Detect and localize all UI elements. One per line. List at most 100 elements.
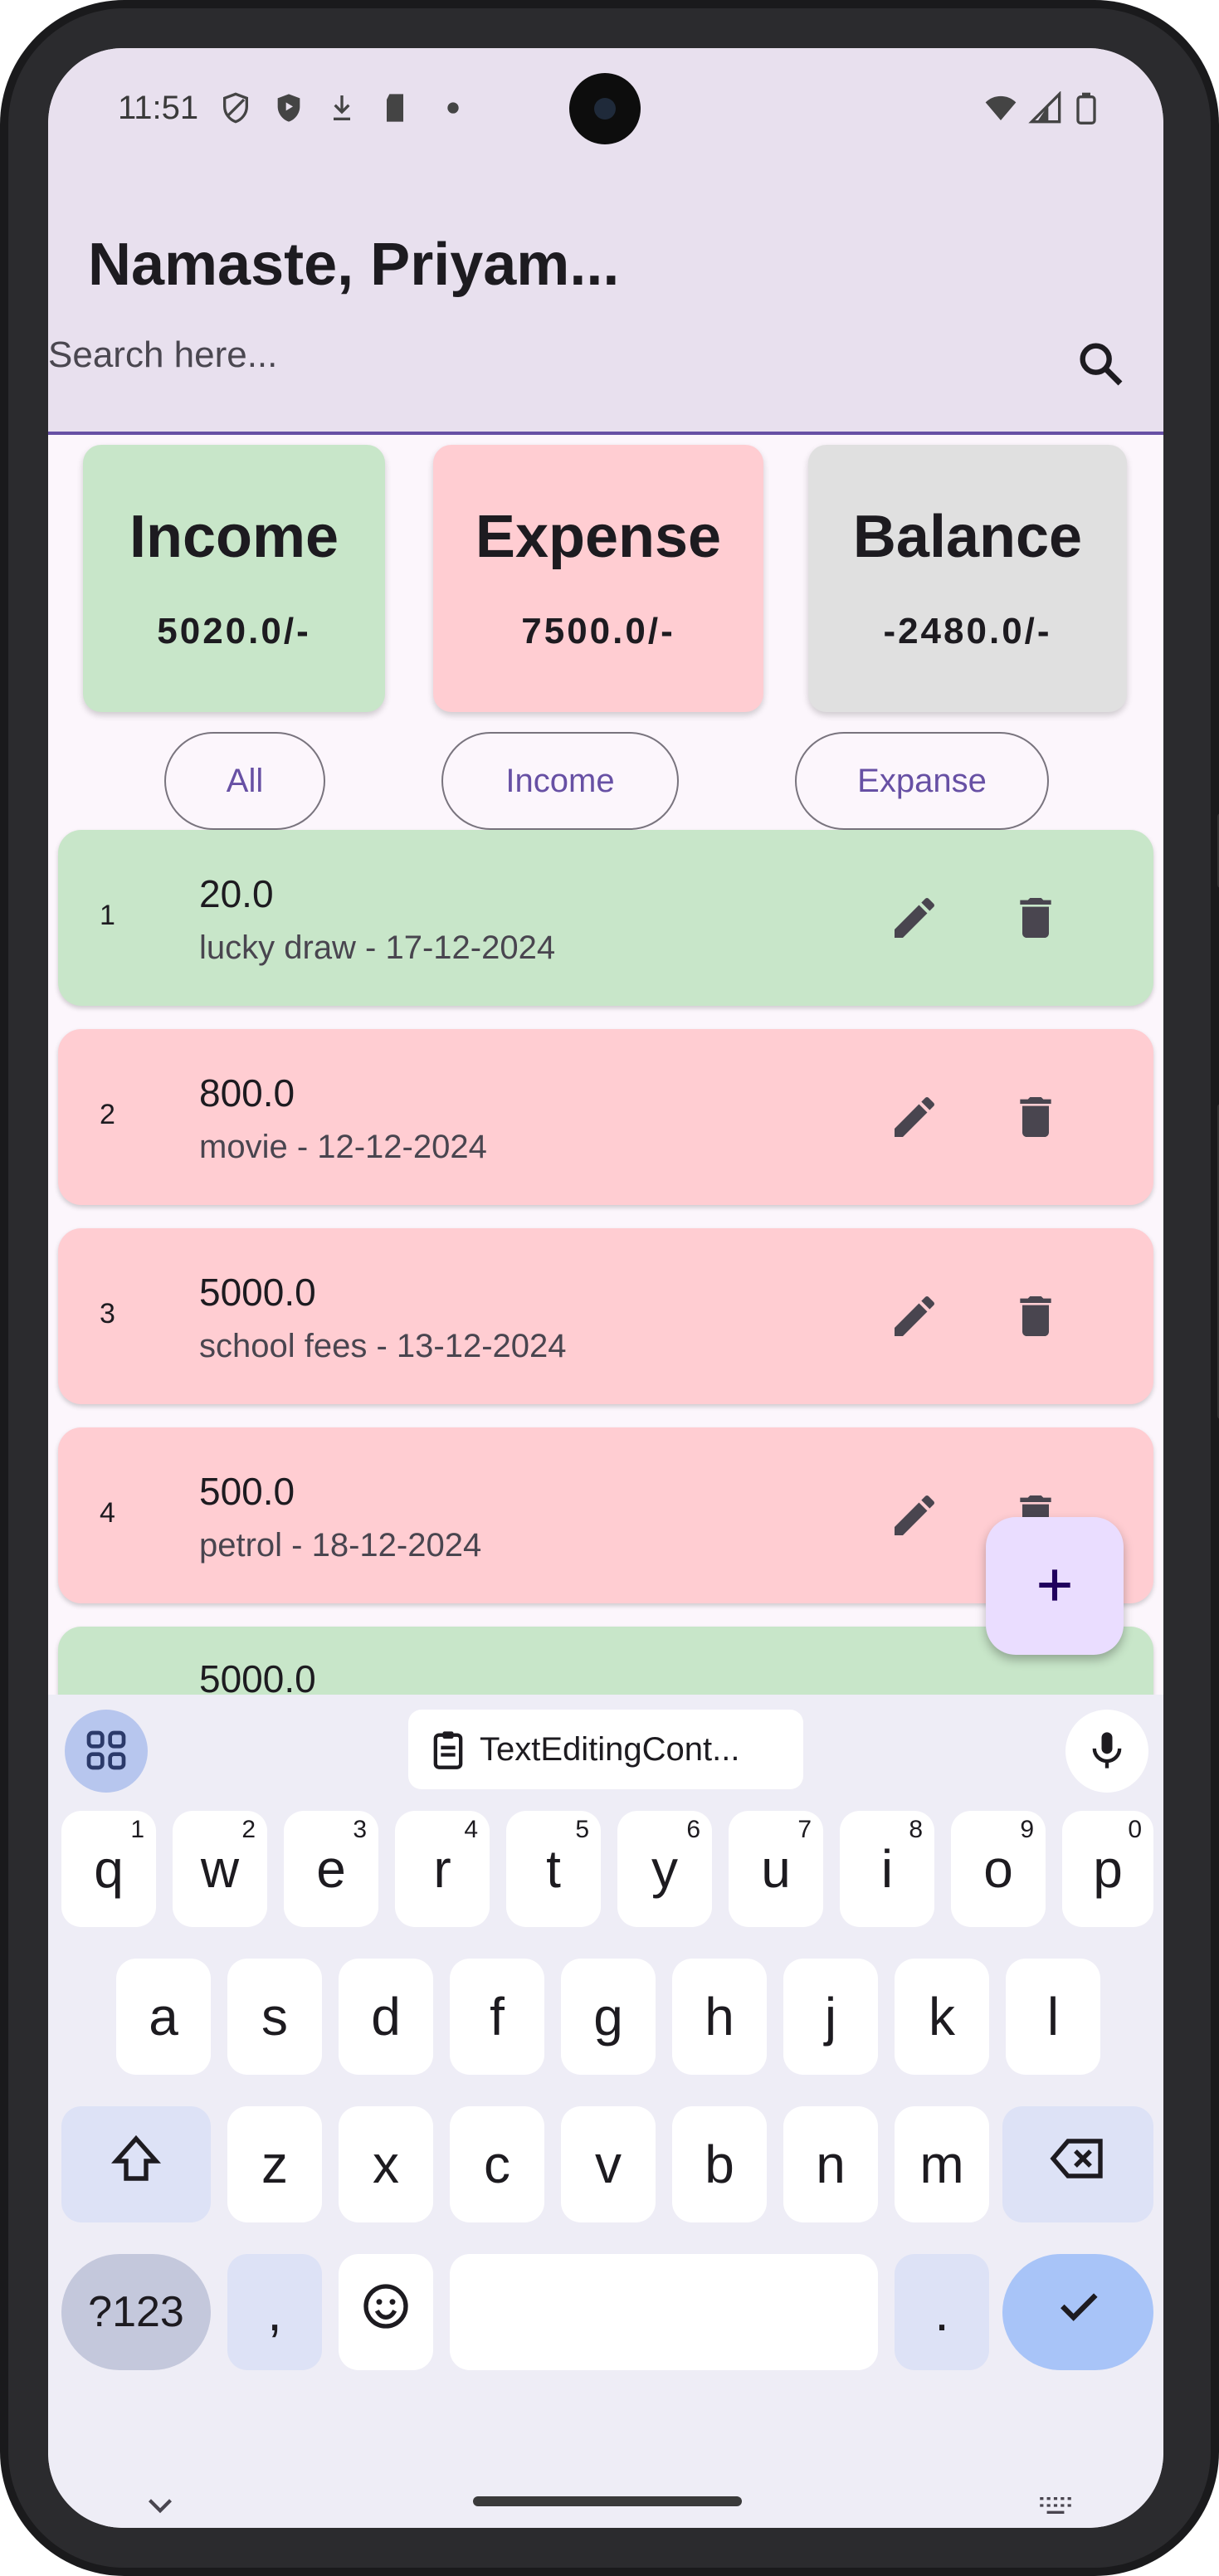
edit-icon[interactable] (888, 1489, 941, 1542)
emoji-key[interactable] (339, 2254, 433, 2370)
key-y[interactable]: y6 (617, 1811, 712, 1927)
home-gesture-bar[interactable] (473, 2496, 742, 2506)
keyboard: TextEditingCont... q1 w2 e3 r4 t5 y6 u7 … (48, 1695, 1163, 2528)
edit-icon[interactable] (888, 1290, 941, 1343)
shift-key[interactable] (61, 2106, 211, 2222)
check-icon (1061, 2292, 1098, 2321)
income-card: Income 5020.0/- (83, 445, 385, 712)
wifi-icon (985, 95, 1017, 120)
key-v[interactable]: v (561, 2106, 656, 2222)
symbols-key[interactable]: ?123 (61, 2254, 211, 2370)
expense-card-value: 7500.0/- (521, 611, 675, 651)
expense-card-title: Expense (475, 504, 722, 570)
key-m[interactable]: m (895, 2106, 989, 2222)
key-z[interactable]: z (227, 2106, 322, 2222)
balance-card-title: Balance (852, 504, 1083, 570)
clipboard-icon (433, 1731, 463, 1769)
balance-card-value: -2480.0/- (883, 611, 1052, 651)
page-title: Namaste, Priyam... (88, 232, 620, 298)
key-w[interactable]: w2 (173, 1811, 267, 1927)
key-h[interactable]: h (672, 1959, 767, 2075)
key-s[interactable]: s (227, 1959, 322, 2075)
row-detail: school fees - 13-12-2024 (199, 1328, 567, 1364)
backspace-key[interactable] (1002, 2106, 1153, 2222)
add-transaction-button[interactable] (986, 1517, 1124, 1655)
key-e[interactable]: e3 (284, 1811, 378, 1927)
row-amount: 800.0 (199, 1071, 295, 1115)
keyboard-switch-icon[interactable] (1032, 2485, 1079, 2526)
camera-cutout (569, 73, 641, 144)
key-a[interactable]: a (116, 1959, 211, 2075)
row-amount: 20.0 (199, 872, 274, 915)
row-index: 4 (100, 1497, 115, 1529)
transaction-row[interactable]: 3 5000.0 school fees - 13-12-2024 (58, 1228, 1153, 1404)
key-t[interactable]: t5 (506, 1811, 601, 1927)
clipboard-suggestion[interactable]: TextEditingCont... (408, 1710, 803, 1789)
space-key[interactable] (450, 2254, 878, 2370)
search-icon[interactable] (1074, 337, 1127, 390)
key-u[interactable]: u7 (729, 1811, 823, 1927)
delete-icon[interactable] (1009, 891, 1062, 944)
search-input[interactable] (48, 330, 1044, 380)
row-index: 3 (100, 1298, 115, 1329)
income-card-value: 5020.0/- (157, 611, 311, 651)
sd-card-icon (387, 94, 403, 122)
key-x[interactable]: x (339, 2106, 433, 2222)
plus-icon (1039, 1569, 1070, 1601)
status-bar: 11:51 (48, 48, 1163, 173)
delete-icon[interactable] (1009, 1290, 1062, 1343)
grid-icon (86, 1730, 126, 1769)
emoji-icon (363, 2283, 408, 2329)
key-q[interactable]: q1 (61, 1811, 156, 1927)
download-icon (334, 95, 350, 120)
key-d[interactable]: d (339, 1959, 433, 2075)
balance-card: Balance -2480.0/- (808, 445, 1127, 712)
period-key[interactable]: . (895, 2254, 989, 2370)
key-p[interactable]: p0 (1062, 1811, 1153, 1927)
row-detail: petrol - 18-12-2024 (199, 1527, 482, 1564)
key-r[interactable]: r4 (395, 1811, 490, 1927)
transaction-row[interactable]: 2 800.0 movie - 12-12-2024 (58, 1029, 1153, 1205)
battery-icon (1076, 92, 1096, 124)
comma-key[interactable]: , (227, 2254, 322, 2370)
key-n[interactable]: n (783, 2106, 878, 2222)
screen: 11:51 Namaste, Priyam... Income 5020.0/-… (48, 48, 1163, 2528)
key-o[interactable]: o9 (951, 1811, 1046, 1927)
app-bar: Namaste, Priyam... (48, 173, 1163, 435)
chevron-down-icon[interactable] (139, 2485, 181, 2526)
row-amount: 5000.0 (199, 1271, 316, 1314)
row-detail: movie - 12-12-2024 (199, 1129, 487, 1165)
clipboard-suggestion-text: TextEditingCont... (480, 1730, 740, 1768)
signal-icon (1028, 91, 1061, 124)
key-c[interactable]: c (450, 2106, 544, 2222)
expense-card: Expense 7500.0/- (433, 445, 763, 712)
delete-icon[interactable] (1009, 1090, 1062, 1144)
key-l[interactable]: l (1006, 1959, 1100, 2075)
play-shield-icon (277, 94, 300, 122)
key-f[interactable]: f (450, 1959, 544, 2075)
row-detail: lucky draw - 17-12-2024 (199, 929, 556, 966)
keyboard-apps-button[interactable] (65, 1710, 148, 1793)
key-g[interactable]: g (561, 1959, 656, 2075)
filter-income-button[interactable]: Income (441, 732, 679, 830)
backspace-icon (1050, 2138, 1103, 2178)
key-j[interactable]: j (783, 1959, 878, 2075)
shift-icon (110, 2134, 162, 2181)
dot-icon (447, 102, 459, 114)
filter-expense-button[interactable]: Expanse (795, 732, 1049, 830)
voice-input-button[interactable] (1065, 1710, 1148, 1793)
filter-all-button[interactable]: All (164, 732, 325, 830)
status-time: 11:51 (118, 90, 199, 126)
shield-icon (223, 92, 248, 124)
key-k[interactable]: k (895, 1959, 989, 2075)
done-key[interactable] (1002, 2254, 1153, 2370)
row-index: 1 (100, 900, 115, 931)
transaction-row[interactable]: 1 20.0 lucky draw - 17-12-2024 (58, 830, 1153, 1006)
row-amount: 500.0 (199, 1470, 295, 1513)
key-i[interactable]: i8 (840, 1811, 934, 1927)
key-b[interactable]: b (672, 2106, 767, 2222)
row-index: 2 (100, 1099, 115, 1130)
edit-icon[interactable] (888, 1090, 941, 1144)
microphone-icon (1092, 1731, 1122, 1769)
edit-icon[interactable] (888, 891, 941, 944)
